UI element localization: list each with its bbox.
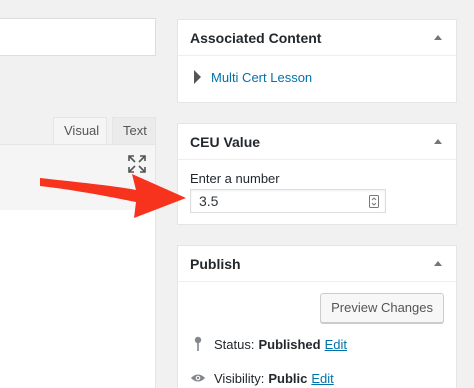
publish-title: Publish xyxy=(190,256,241,272)
ceu-number-value: 3.5 xyxy=(199,193,219,209)
status-row: Status: Published Edit xyxy=(190,335,347,353)
status-label: Status: xyxy=(214,336,255,352)
fullscreen-expand-icon[interactable] xyxy=(128,155,146,173)
preview-changes-button[interactable]: Preview Changes xyxy=(320,293,444,323)
publish-header[interactable]: Publish xyxy=(178,246,456,282)
visibility-edit-link[interactable]: Edit xyxy=(311,371,333,386)
publish-box: Publish Preview Changes Status: Publishe… xyxy=(177,245,457,388)
collapse-arrow-icon[interactable] xyxy=(434,35,442,40)
associated-item-link[interactable]: Multi Cert Lesson xyxy=(211,70,312,85)
pin-icon xyxy=(190,336,206,352)
collapse-arrow-icon[interactable] xyxy=(434,139,442,144)
tab-visual[interactable]: Visual xyxy=(53,117,107,145)
expand-triangle-icon[interactable] xyxy=(194,70,201,84)
number-spinner-icon[interactable] xyxy=(369,195,379,208)
eye-icon xyxy=(190,370,206,386)
tab-visual-label: Visual xyxy=(64,123,100,138)
associated-content-title: Associated Content xyxy=(190,30,322,46)
collapse-arrow-icon[interactable] xyxy=(434,261,442,266)
post-title-input[interactable] xyxy=(0,18,156,56)
visibility-value: Public xyxy=(268,370,308,386)
visibility-row: Visibility: Public Edit xyxy=(190,369,334,387)
associated-item[interactable]: Multi Cert Lesson xyxy=(194,69,312,85)
ceu-number-input[interactable]: 3.5 xyxy=(190,189,386,213)
associated-content-box: Associated Content Multi Cert Lesson xyxy=(177,19,457,103)
ceu-value-box: CEU Value Enter a number 3.5 xyxy=(177,123,457,225)
tab-text-label: Text xyxy=(123,123,147,138)
visibility-label: Visibility: xyxy=(214,370,265,386)
status-value: Published xyxy=(258,336,321,352)
editor-content-area[interactable] xyxy=(0,210,156,388)
tab-text[interactable]: Text xyxy=(112,117,156,145)
ceu-value-header[interactable]: CEU Value xyxy=(178,124,456,160)
ceu-value-title: CEU Value xyxy=(190,134,261,150)
associated-content-header[interactable]: Associated Content xyxy=(178,20,456,56)
ceu-field-label: Enter a number xyxy=(190,171,280,186)
status-edit-link[interactable]: Edit xyxy=(325,337,347,352)
